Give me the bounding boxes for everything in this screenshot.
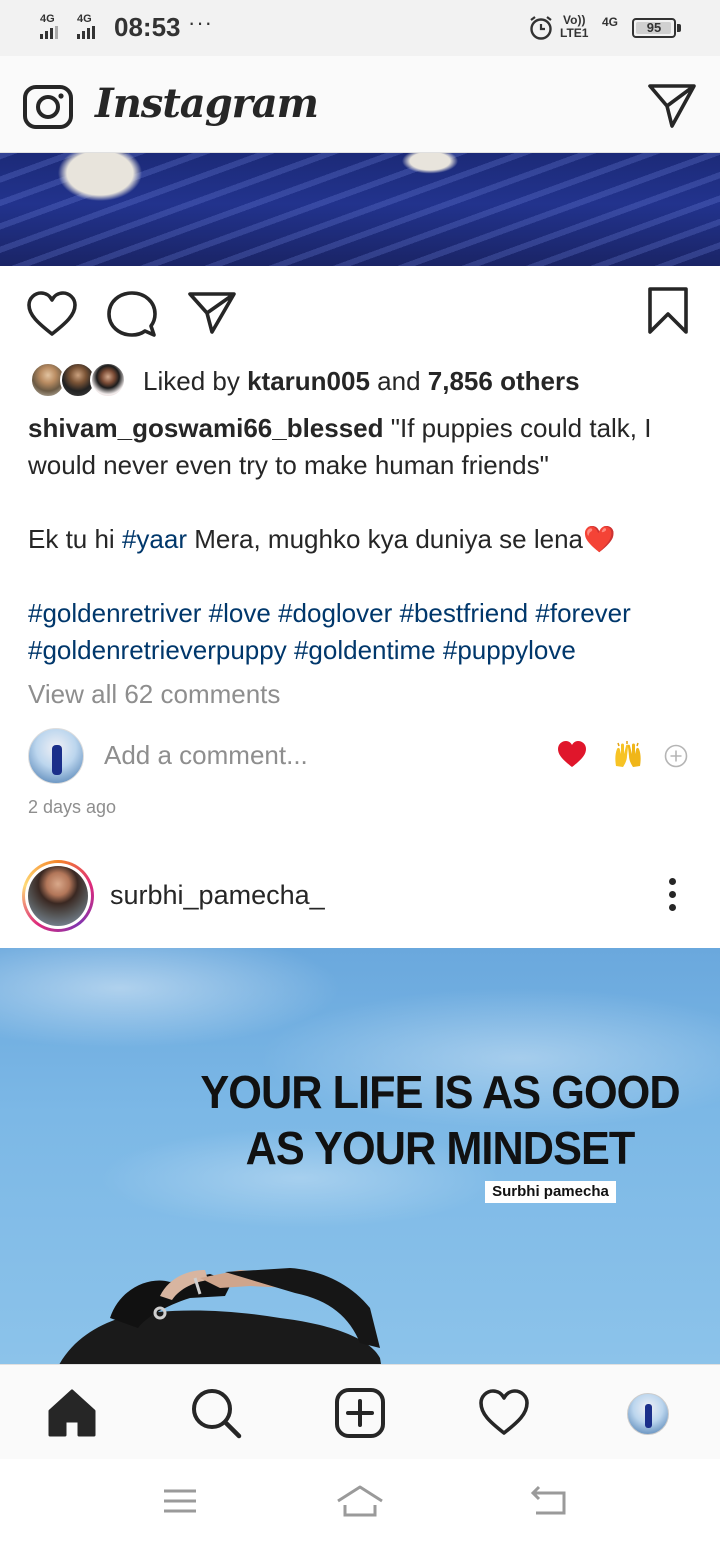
add-comment-row: Add a comment... xyxy=(28,728,698,784)
post-timestamp: 2 days ago xyxy=(28,797,117,817)
volte-indicator: Vo)) LTE1 xyxy=(560,13,589,40)
caption-line: Ek tu hi #yaar Mera, mughko kya duniya s… xyxy=(28,524,616,554)
post-header: surbhi_pamecha_ xyxy=(0,852,720,944)
add-comment-input[interactable]: Add a comment... xyxy=(104,740,308,771)
signal-icon-2 xyxy=(77,26,95,39)
clock: 08:53 xyxy=(114,12,181,42)
comment-icon[interactable] xyxy=(107,290,157,338)
direct-message-icon[interactable] xyxy=(646,80,698,130)
hashtag-link[interactable]: #doglover xyxy=(278,598,392,628)
hashtag-link[interactable]: #yaar xyxy=(122,524,187,554)
camera-icon[interactable] xyxy=(22,82,74,130)
quick-reaction-heart-icon[interactable] xyxy=(556,739,588,769)
signal-icon-1 xyxy=(40,26,58,39)
likes-summary: Liked by ktarun005 and 7,856 others xyxy=(143,366,580,396)
image-signature: Surbhi pamecha xyxy=(485,1181,616,1203)
post-caption: shivam_goswami66_blessed "If puppies cou… xyxy=(28,410,698,669)
add-emoji-icon[interactable] xyxy=(664,744,688,768)
likes-row[interactable]: Liked by ktarun005 and 7,856 others xyxy=(30,362,710,402)
caption-hashtags: #goldenretriver #love #doglover #bestfri… xyxy=(28,595,698,669)
share-icon[interactable] xyxy=(186,290,238,336)
post-image[interactable] xyxy=(0,153,720,266)
home-icon[interactable] xyxy=(46,1387,98,1439)
hashtag-link[interactable]: #goldentime xyxy=(294,635,436,665)
signal-label-1: 4G xyxy=(40,13,55,25)
quote-text: YOUR LIFE IS AS GOOD AS YOUR MINDSET xyxy=(200,1066,680,1174)
battery-tip xyxy=(677,24,681,32)
hashtag-link[interactable]: #goldenretrieverpuppy xyxy=(28,635,287,665)
avatar xyxy=(90,362,126,398)
back-icon[interactable] xyxy=(530,1483,568,1519)
post-actions xyxy=(0,266,720,360)
save-bookmark-icon[interactable] xyxy=(646,286,690,336)
likes-count[interactable]: 7,856 others xyxy=(428,366,580,396)
current-user-avatar xyxy=(28,728,84,784)
caption-username[interactable]: shivam_goswami66_blessed xyxy=(28,413,384,443)
post-image[interactable]: YOUR LIFE IS AS GOOD AS YOUR MINDSET Sur… xyxy=(0,948,720,1364)
liked-by-avatars xyxy=(30,362,130,400)
more-notifications-icon: ··· xyxy=(188,10,213,35)
alarm-icon xyxy=(530,16,552,40)
story-ring-avatar[interactable] xyxy=(22,860,94,932)
hashtag-link[interactable]: #forever xyxy=(535,598,630,628)
system-navigation-bar xyxy=(0,1459,720,1544)
battery-level: 95 xyxy=(646,20,662,35)
search-icon[interactable] xyxy=(190,1387,242,1439)
view-all-comments-link[interactable]: View all 62 comments xyxy=(28,679,280,710)
status-bar: 4G 4G 08:53 ··· Vo)) LTE1 4G 95 xyxy=(0,0,720,56)
post-username[interactable]: surbhi_pamecha_ xyxy=(110,880,325,911)
menu-icon[interactable] xyxy=(162,1483,198,1519)
instagram-logo: Instagram xyxy=(95,80,319,127)
app-header: Instagram xyxy=(0,56,720,153)
signal-label-2: 4G xyxy=(77,13,92,25)
liked-by-username[interactable]: ktarun005 xyxy=(247,366,370,396)
person-image xyxy=(59,1268,381,1364)
new-post-icon[interactable] xyxy=(334,1387,386,1439)
home-button-icon[interactable] xyxy=(336,1483,384,1519)
profile-avatar-icon[interactable] xyxy=(627,1393,669,1435)
hashtag-link[interactable]: #love xyxy=(209,598,271,628)
quick-reaction-raised-hands-icon[interactable] xyxy=(612,740,644,770)
like-heart-icon[interactable] xyxy=(26,290,78,338)
hashtag-link[interactable]: #bestfriend xyxy=(400,598,529,628)
network-type: 4G xyxy=(602,15,619,29)
bottom-navigation xyxy=(0,1364,720,1459)
hashtag-link[interactable]: #puppylove xyxy=(443,635,576,665)
battery-icon: 95 xyxy=(632,18,676,38)
avatar xyxy=(28,866,88,926)
hashtag-link[interactable]: #goldenretriver xyxy=(28,598,201,628)
more-options-icon[interactable] xyxy=(660,878,684,918)
activity-heart-icon[interactable] xyxy=(478,1387,530,1439)
